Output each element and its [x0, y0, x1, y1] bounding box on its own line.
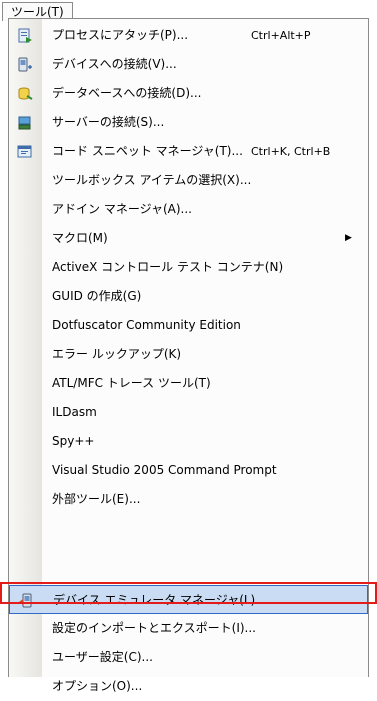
menu-item-error-lookup[interactable]: エラー ルックアップ(K): [9, 340, 368, 369]
menu-item-code-snippet-manager[interactable]: コード スニペット マネージャ(T)... Ctrl+K, Ctrl+B: [9, 137, 368, 166]
menu-item-label: Spy++: [52, 434, 95, 448]
menu-bar: ツール(T): [0, 0, 377, 21]
menu-item-connect-device[interactable]: デバイスへの接続(V)...: [9, 50, 368, 79]
menu-item-label: GUID の作成(G): [52, 289, 142, 303]
menu-item-shortcut: Ctrl+Alt+P: [251, 29, 311, 42]
attach-process-icon: [17, 28, 33, 44]
menu-item-label: ILDasm: [52, 405, 97, 419]
menu-item-label: オプション(O)...: [52, 679, 143, 693]
menu-item-label: Dotfuscator Community Edition: [52, 318, 241, 332]
menu-item-attach-process[interactable]: プロセスにアタッチ(P)... Ctrl+Alt+P: [9, 21, 368, 50]
submenu-arrow-icon: ▶: [345, 233, 352, 243]
menu-item-options[interactable]: オプション(O)...: [9, 672, 368, 701]
menu-item-label: プロセスにアタッチ(P)...: [52, 28, 189, 42]
menu-item-vs-command-prompt[interactable]: Visual Studio 2005 Command Prompt: [9, 456, 368, 485]
menu-item-shortcut: Ctrl+K, Ctrl+B: [251, 145, 331, 158]
menu-item-addin-manager[interactable]: アドイン マネージャ(A)...: [9, 195, 368, 224]
device-emulator-icon: [18, 593, 34, 609]
menu-item-label: 外部ツール(E)...: [52, 492, 141, 506]
menu-item-connect-database[interactable]: データベースへの接続(D)...: [9, 79, 368, 108]
menu-item-activex-test-container[interactable]: ActiveX コントロール テスト コンテナ(N): [9, 253, 368, 282]
menu-item-label: ツールボックス アイテムの選択(X)...: [52, 173, 252, 187]
menu-item-label: デバイスへの接続(V)...: [52, 57, 177, 71]
device-connect-icon: [17, 57, 33, 73]
menu-item-label: データベースへの接続(D)...: [52, 86, 202, 100]
menu-item-device-emulator-manager[interactable]: デバイス エミュレータ マネージャ(L)...: [9, 585, 368, 614]
tools-dropdown-menu: プロセスにアタッチ(P)... Ctrl+Alt+P デバイスへの接続(V)..…: [8, 18, 369, 693]
menu-item-label: ActiveX コントロール テスト コンテナ(N): [52, 260, 284, 274]
menu-item-choose-toolbox-items[interactable]: ツールボックス アイテムの選択(X)...: [9, 166, 368, 195]
menu-item-ildasm[interactable]: ILDasm: [9, 398, 368, 427]
menu-item-label: マクロ(M): [52, 231, 108, 245]
menu-item-label: デバイス エミュレータ マネージャ(L)...: [53, 593, 267, 607]
database-connect-icon: [17, 86, 33, 102]
menu-item-label: Visual Studio 2005 Command Prompt: [52, 463, 277, 477]
menu-item-label: エラー ルックアップ(K): [52, 347, 182, 361]
menu-item-label: 設定のインポートとエクスポート(I)...: [52, 621, 256, 635]
menu-item-atl-mfc-trace-tool[interactable]: ATL/MFC トレース ツール(T): [9, 369, 368, 398]
menu-item-import-export-settings[interactable]: 設定のインポートとエクスポート(I)...: [9, 614, 368, 643]
menu-item-label: ユーザー設定(C)...: [52, 650, 153, 664]
menu-item-dotfuscator[interactable]: Dotfuscator Community Edition: [9, 311, 368, 340]
server-connect-icon: [17, 115, 33, 131]
menu-item-label: コード スニペット マネージャ(T)...: [52, 144, 243, 158]
menu-item-label: サーバーの接続(S)...: [52, 115, 165, 129]
menu-item-label: アドイン マネージャ(A)...: [52, 202, 192, 216]
menu-item-connect-server[interactable]: サーバーの接続(S)...: [9, 108, 368, 137]
menu-item-customize[interactable]: ユーザー設定(C)...: [9, 643, 368, 672]
code-snippet-icon: [17, 144, 33, 160]
menu-item-macros[interactable]: マクロ(M) ▶: [9, 224, 368, 253]
menu-item-external-tools[interactable]: 外部ツール(E)...: [9, 485, 368, 514]
menu-item-spy-plus-plus[interactable]: Spy++: [9, 427, 368, 456]
menu-item-create-guid[interactable]: GUID の作成(G): [9, 282, 368, 311]
menu-item-label: ATL/MFC トレース ツール(T): [52, 376, 211, 390]
